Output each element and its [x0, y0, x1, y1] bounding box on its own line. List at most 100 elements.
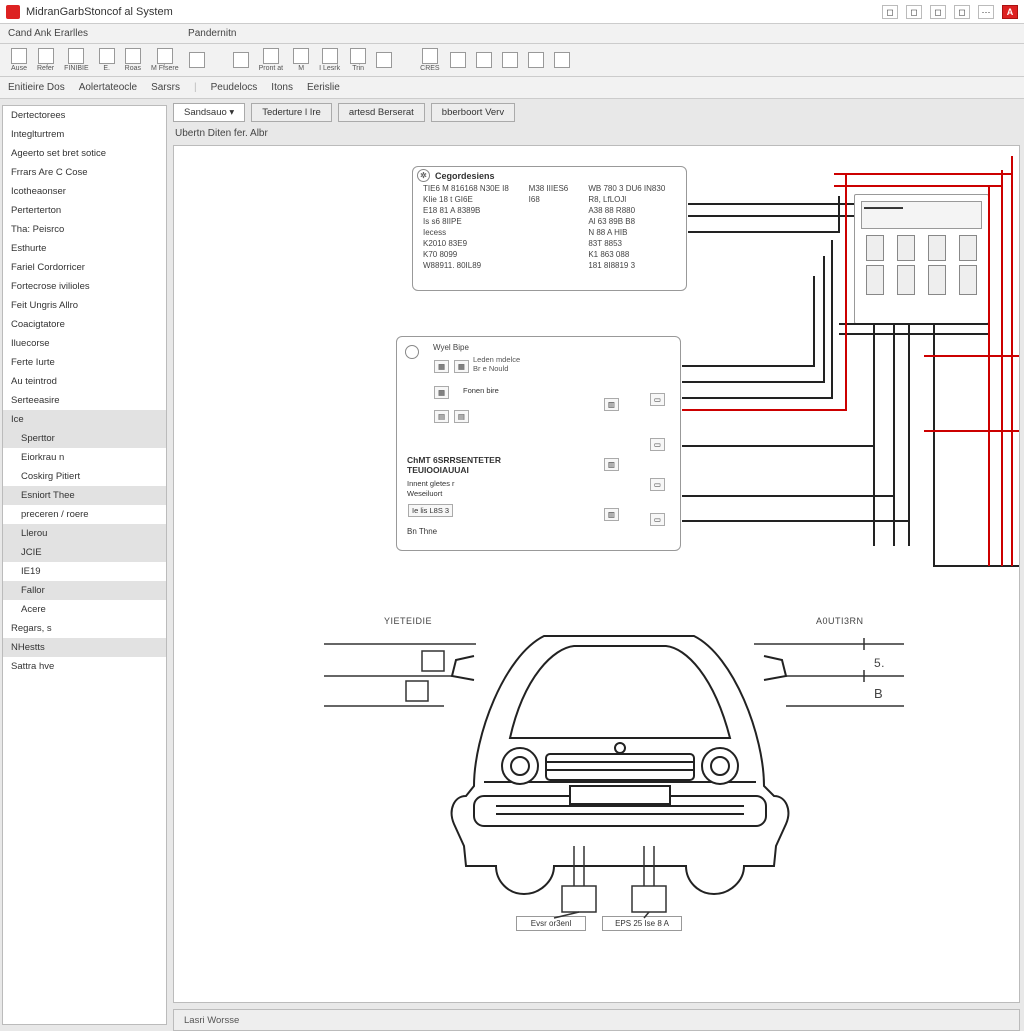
subnav-item-3[interactable]: Peudelocs [211, 82, 258, 93]
sidebar-item-14[interactable]: Au teintrod [3, 372, 166, 391]
view-tab-1[interactable]: Tederture l Ire [251, 103, 332, 122]
window-controls: ◻ ◻ ◻ ◻ ⋯ A [882, 5, 1018, 19]
subnav-item-4[interactable]: Itons [271, 82, 293, 93]
toolbar-button-8[interactable]: Pront at [256, 47, 287, 73]
toolbar-icon [68, 48, 84, 64]
toolbar-icon [422, 48, 438, 64]
toolbar-icon [476, 52, 492, 68]
toolbar-icon [125, 48, 141, 64]
menubar: Cand Ank Erarlles Pandernitn [0, 24, 1024, 44]
sidebar-item-3[interactable]: Frrars Are C Cose [3, 163, 166, 182]
close-icon[interactable]: A [1002, 5, 1018, 19]
subnav-item-1[interactable]: Aolertateocle [79, 82, 137, 93]
toolbar-button-10[interactable]: I Lesrk [316, 47, 343, 73]
sidebar-item-17[interactable]: Sperttor [3, 429, 166, 448]
toolbar-icon [322, 48, 338, 64]
toolbar-button-13[interactable]: CRES [417, 47, 442, 73]
sidebar-item-22[interactable]: Llerou [3, 524, 166, 543]
sidebar-item-25[interactable]: Fallor [3, 581, 166, 600]
sidebar-item-15[interactable]: Serteeasire [3, 391, 166, 410]
view-tab-2[interactable]: artesd Berserat [338, 103, 425, 122]
sidebar-item-19[interactable]: Coskirg Pitiert [3, 467, 166, 486]
view-tab-3[interactable]: bberboort Verv [431, 103, 515, 122]
toolbar-label: Roas [125, 65, 141, 72]
toolbar-button-5[interactable]: M Ffsere [148, 47, 182, 73]
sidebar-item-0[interactable]: Dertectorees [3, 106, 166, 125]
toolbar-button-3[interactable]: E. [96, 47, 118, 73]
window-button-2[interactable]: ◻ [906, 5, 922, 19]
toolbar: Ause Refer FINIBIEE. Roas M Ffsere Pront at M I… [0, 44, 1024, 77]
main-area: Sandsauo ▾ Tederture l Ire artesd Berserat… [167, 99, 1024, 1031]
sidebar-item-26[interactable]: Acere [3, 600, 166, 619]
toolbar-icon [263, 48, 279, 64]
toolbar-icon [189, 52, 205, 68]
subnav: Enitieire DosAolertateocleSarsrs|Peudelo… [0, 77, 1024, 99]
toolbar-icon [554, 52, 570, 68]
sidebar-item-18[interactable]: Eiorkrau n [3, 448, 166, 467]
toolbar-label: Pront at [259, 65, 284, 72]
sidebar-item-4[interactable]: Icotheaonser [3, 182, 166, 201]
subnav-item-0[interactable]: Enitieire Dos [8, 82, 65, 93]
sidebar-item-13[interactable]: Ferte Iurte [3, 353, 166, 372]
toolbar-button-9[interactable]: M [290, 47, 312, 73]
sidebar-item-16[interactable]: Ice [3, 410, 166, 429]
toolbar-button-14[interactable] [447, 51, 469, 70]
sidebar-item-7[interactable]: Esthurte [3, 239, 166, 258]
breadcrumb: Ubertn Diten fer. Albr [173, 124, 1020, 145]
sidebar-item-1[interactable]: Integlturtrem [3, 125, 166, 144]
toolbar-label: Refer [37, 65, 54, 72]
sidebar-item-5[interactable]: Perterterton [3, 201, 166, 220]
sidebar-item-2[interactable]: Ageerto set bret sotice [3, 144, 166, 163]
toolbar-icon [157, 48, 173, 64]
toolbar-button-15[interactable] [473, 51, 495, 70]
sidebar-item-23[interactable]: JCIE [3, 543, 166, 562]
status-bar: Lasri Worsse [173, 1009, 1020, 1031]
toolbar-button-18[interactable] [551, 51, 573, 70]
toolbar-button-12[interactable] [373, 51, 395, 70]
sidebar-item-21[interactable]: preceren / roere [3, 505, 166, 524]
toolbar-button-6[interactable] [186, 51, 208, 70]
wiring-svg [174, 146, 1020, 976]
toolbar-button-17[interactable] [525, 51, 547, 70]
menu-item-1[interactable]: Cand Ank Erarlles [8, 28, 88, 39]
sidebar-item-29[interactable]: Sattra hve [3, 657, 166, 676]
view-tabs: Sandsauo ▾ Tederture l Ire artesd Berserat… [173, 103, 1020, 122]
app-logo-icon [6, 5, 20, 19]
toolbar-button-7[interactable] [230, 51, 252, 70]
toolbar-icon [528, 52, 544, 68]
subnav-item-2[interactable]: Sarsrs [151, 82, 180, 93]
sidebar-item-6[interactable]: Tha: Peisrco [3, 220, 166, 239]
toolbar-icon [38, 48, 54, 64]
toolbar-icon [293, 48, 309, 64]
toolbar-button-4[interactable]: Roas [122, 47, 144, 73]
view-tab-0[interactable]: Sandsauo ▾ [173, 103, 245, 122]
workspace: DertectoreesInteglturtremAgeerto set bre… [0, 99, 1024, 1031]
sidebar-item-27[interactable]: Regars, s [3, 619, 166, 638]
window-button-3[interactable]: ◻ [930, 5, 946, 19]
toolbar-label: M [298, 65, 304, 72]
diagram-canvas[interactable]: ✲ Cegordesiens TIE6 M 816168 N30E I8KIie… [173, 145, 1020, 1003]
menu-item-2[interactable]: Pandernitn [188, 28, 236, 39]
toolbar-button-0[interactable]: Ause [8, 47, 30, 73]
window-button-4[interactable]: ◻ [954, 5, 970, 19]
subnav-item-5[interactable]: Eerislie [307, 82, 340, 93]
window-button-5[interactable]: ⋯ [978, 5, 994, 19]
window-button-1[interactable]: ◻ [882, 5, 898, 19]
sidebar-item-9[interactable]: Fortecrose ivilioles [3, 277, 166, 296]
sidebar-item-11[interactable]: Coacigtatore [3, 315, 166, 334]
sidebar-item-12[interactable]: Iluecorse [3, 334, 166, 353]
toolbar-button-16[interactable] [499, 51, 521, 70]
toolbar-label: Ause [11, 65, 27, 72]
sidebar-item-8[interactable]: Fariel Cordorricer [3, 258, 166, 277]
sidebar-item-24[interactable]: IE19 [3, 562, 166, 581]
toolbar-icon [99, 48, 115, 64]
sidebar: DertectoreesInteglturtremAgeerto set bre… [2, 105, 167, 1025]
titlebar: MidranGarbStoncof al System ◻ ◻ ◻ ◻ ⋯ A [0, 0, 1024, 24]
toolbar-icon [376, 52, 392, 68]
toolbar-button-2[interactable]: FINIBIE [61, 47, 92, 73]
sidebar-item-20[interactable]: Esniort Thee [3, 486, 166, 505]
toolbar-button-1[interactable]: Refer [34, 47, 57, 73]
sidebar-item-28[interactable]: NHestts [3, 638, 166, 657]
toolbar-button-11[interactable]: Trin [347, 47, 369, 73]
sidebar-item-10[interactable]: Feit Ungris Allro [3, 296, 166, 315]
